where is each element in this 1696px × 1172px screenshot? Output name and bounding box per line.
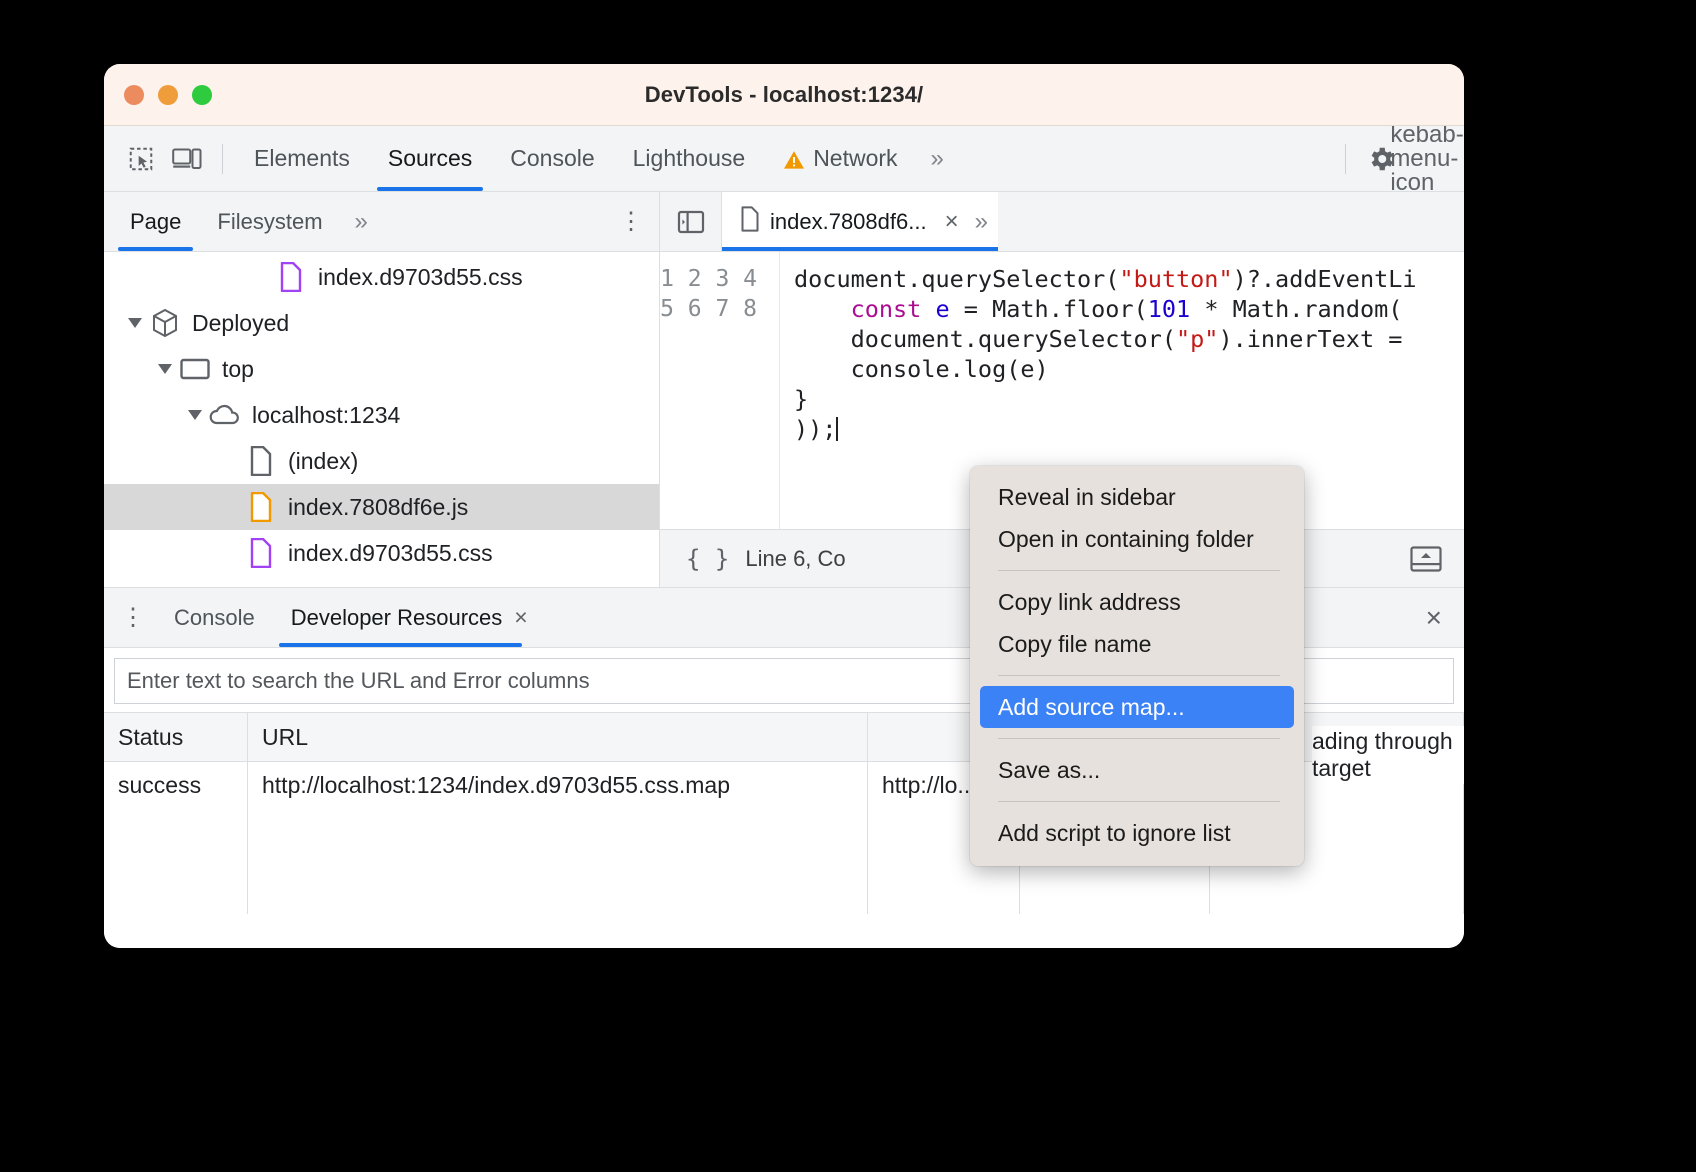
panel-tab-list: Elements Sources Console Lighthouse [235,126,954,191]
show-drawer-icon[interactable] [1404,541,1448,577]
tree-item-label: top [212,356,254,383]
tree-item-label: (index) [278,448,358,475]
document-file-icon [740,206,760,238]
window-titlebar: DevTools - localhost:1234/ [104,64,1464,126]
cloud-icon [208,403,242,427]
expand-arrow-icon[interactable] [122,318,148,328]
navigator-tab-filesystem[interactable]: Filesystem [199,192,340,251]
drawer-kebab-icon[interactable]: ⋮ [110,606,156,630]
navigator-tab-filesystem-label: Filesystem [217,209,322,235]
tree-item-index[interactable]: (index) [104,438,659,484]
navigator-more-tabs-chevron-icon[interactable]: » [341,208,378,236]
drawer-close-icon[interactable]: × [1426,602,1442,634]
tab-lighthouse[interactable]: Lighthouse [614,126,765,191]
document-file-icon [244,446,278,476]
screen-background: DevTools - localhost:1234/ Elements [0,0,1696,1172]
drawer-tab-developer-resources[interactable]: Developer Resources × [273,588,546,647]
tree-item-label: index.d9703d55.css [308,264,523,291]
devtools-window: DevTools - localhost:1234/ Elements [104,64,1464,948]
expand-arrow-icon[interactable] [182,410,208,420]
tab-sources-label: Sources [388,145,472,172]
js-file-icon [244,492,278,522]
editor-tabbar: index.7808df6... × » [660,192,1464,252]
line-numbers: 1 2 3 4 5 6 7 8 [660,266,757,322]
close-icon[interactable]: × [937,208,959,236]
menu-separator [998,675,1280,676]
pretty-print-icon[interactable]: { } [676,545,745,573]
code-line-4: console.log(e) [794,355,1049,383]
css-file-icon [244,538,278,568]
cell-url: http://localhost:1234/index.d9703d55.css… [248,762,868,914]
drawer-tab-console[interactable]: Console [156,588,273,647]
tab-elements-label: Elements [254,145,350,172]
tree-item-label: index.7808df6e.js [278,494,468,521]
text-caret [836,417,838,441]
tree-item-top[interactable]: top [104,346,659,392]
code-line-2: const e = Math.floor(101 * Math.random( [794,295,1402,323]
tree-item-deployed[interactable]: Deployed [104,300,659,346]
navigator-tab-page[interactable]: Page [112,192,199,251]
navigator-kebab-icon[interactable]: ⋮ [619,210,643,234]
main-toolbar: Elements Sources Console Lighthouse [104,126,1464,192]
code-line-1: document.querySelector("button")?.addEve… [794,265,1417,293]
tree-item-index-css-top[interactable]: index.d9703d55.css [104,254,659,300]
frame-icon [178,357,212,381]
menu-item-add-source-map[interactable]: Add source map... [980,686,1294,728]
menu-separator [998,570,1280,571]
column-header-url[interactable]: URL [248,713,868,761]
menu-item-save-as[interactable]: Save as... [970,749,1304,791]
tab-elements[interactable]: Elements [235,126,369,191]
editor-more-tabs-chevron-icon[interactable]: » [969,208,984,236]
cell-status: success [104,762,248,914]
tab-lighthouse-label: Lighthouse [633,145,746,172]
navigator-pane: Page Filesystem » ⋮ index.d9703d55.css [104,192,660,587]
warning-triangle-icon [783,149,805,169]
navigator-tab-page-label: Page [130,209,181,235]
context-menu[interactable]: Reveal in sidebar Open in containing fol… [970,466,1304,866]
tab-console[interactable]: Console [491,126,613,191]
drawer-tab-developer-resources-label: Developer Resources [291,605,503,631]
cursor-position-label: Line 6, Co [745,546,845,572]
menu-item-copy-link-address[interactable]: Copy link address [970,581,1304,623]
column-header-status[interactable]: Status [104,713,248,761]
cube-icon [148,308,182,338]
code-line-6: )); [794,415,838,443]
menu-item-open-in-containing-folder[interactable]: Open in containing folder [970,518,1304,560]
tab-network-label: Network [813,145,897,172]
device-toolbar-icon[interactable] [164,136,210,182]
loading-through-target-note: ading through target [1312,726,1464,784]
toolbar-divider [222,144,223,174]
more-tabs-chevron-icon[interactable]: » [917,145,954,173]
tab-console-label: Console [510,145,594,172]
menu-item-reveal-in-sidebar[interactable]: Reveal in sidebar [970,476,1304,518]
tree-item-label: index.d9703d55.css [278,540,493,567]
tree-item-index-css[interactable]: index.d9703d55.css [104,530,659,576]
line-number-gutter: 1 2 3 4 5 6 7 8 [660,252,780,529]
css-file-icon [274,262,308,292]
editor-tab-index-js[interactable]: index.7808df6... × » [722,192,998,251]
main-menu-kebab-icon[interactable]: kebab-menu-icon [1404,136,1450,182]
tree-item-label: Deployed [182,310,289,337]
tab-sources[interactable]: Sources [369,126,491,191]
tree-item-localhost[interactable]: localhost:1234 [104,392,659,438]
drawer-tab-console-label: Console [174,605,255,631]
close-icon[interactable]: × [514,604,527,631]
tree-item-index-js[interactable]: index.7808df6e.js [104,484,659,530]
code-line-5: } [794,385,808,413]
tree-item-label: localhost:1234 [242,402,400,429]
expand-arrow-icon[interactable] [152,364,178,374]
collapse-sidebar-icon[interactable] [660,192,722,251]
menu-item-add-script-to-ignore-list[interactable]: Add script to ignore list [970,812,1304,854]
file-tree: index.d9703d55.css Deployed top [104,252,659,587]
tab-network[interactable]: Network [764,126,916,191]
inspect-element-icon[interactable] [118,136,164,182]
toolbar-divider-right [1345,144,1346,174]
window-title: DevTools - localhost:1234/ [104,82,1464,108]
menu-item-copy-file-name[interactable]: Copy file name [970,623,1304,665]
menu-separator [998,801,1280,802]
navigator-tabbar: Page Filesystem » ⋮ [104,192,659,252]
editor-tab-label: index.7808df6... [770,209,927,235]
code-line-3: document.querySelector("p").innerText = [794,325,1402,353]
menu-separator [998,738,1280,739]
